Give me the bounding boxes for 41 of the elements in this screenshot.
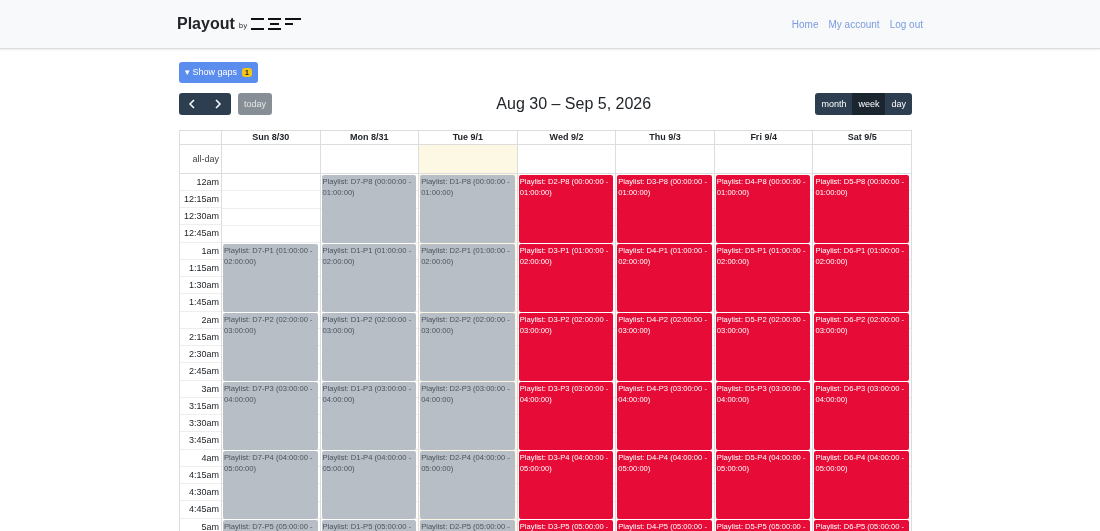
nav-link[interactable]: Log out [889, 18, 923, 30]
day-header: Wed 9/2 [517, 130, 617, 145]
time-label: 2:45am [180, 363, 221, 381]
nav-link[interactable]: Home [791, 18, 819, 30]
time-label: 2:30am [180, 346, 221, 364]
time-label: 1:15am [180, 259, 221, 277]
day-header: Sun 8/30 [222, 130, 321, 145]
time-label: 12am [180, 173, 221, 191]
today-button[interactable]: today [238, 92, 273, 115]
brand-name: Playout [177, 15, 235, 33]
time-label: 4:30am [180, 484, 221, 502]
chevron-right-icon [214, 98, 222, 109]
time-label: 2:15am [180, 328, 221, 346]
time-label: 12:45am [180, 225, 221, 243]
all-day-label: all-day [180, 144, 222, 174]
time-label: 1:30am [180, 277, 221, 295]
day-header: Tue 9/1 [419, 130, 518, 145]
date-range-title: Aug 30 – Sep 5, 2026 [496, 94, 652, 113]
logo-icon [251, 17, 302, 31]
time-label: 12:30am [180, 208, 221, 226]
time-label: 4:15am [180, 466, 221, 484]
day-header: Sat 9/5 [813, 130, 912, 145]
nav-link[interactable]: My account [828, 18, 880, 30]
time-label: 2am [180, 311, 221, 329]
view-tab[interactable]: month [815, 92, 853, 115]
chevron-left-icon [188, 98, 196, 109]
view-tab[interactable]: week [852, 92, 886, 115]
day-header: Thu 9/3 [616, 130, 715, 145]
time-label: 5am [180, 518, 221, 531]
time-label: 1am [180, 242, 221, 260]
time-label: 12:15am [180, 190, 221, 208]
day-header: Fri 9/4 [714, 130, 814, 145]
time-label: 3:30am [180, 415, 221, 433]
time-label: 4am [180, 449, 221, 467]
day-header: Mon 8/31 [320, 130, 420, 145]
time-label: 1:45am [180, 294, 221, 312]
time-label: 3:15am [180, 397, 221, 415]
time-label: 3am [180, 380, 221, 398]
time-label: 3:45am [180, 432, 221, 450]
view-tab[interactable]: day [885, 92, 912, 115]
time-label: 4:45am [180, 501, 221, 519]
